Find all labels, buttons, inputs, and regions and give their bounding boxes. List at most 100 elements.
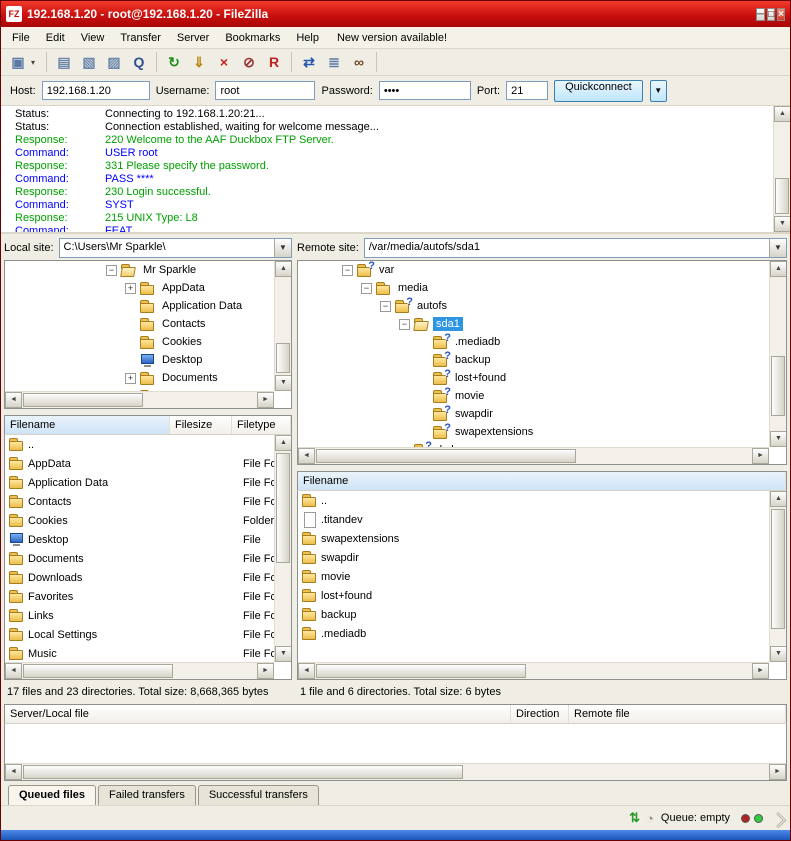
- tree-item[interactable]: ?backup: [298, 351, 769, 369]
- file-row[interactable]: swapextensions: [298, 529, 769, 548]
- file-row[interactable]: Application DataFile Folder: [5, 473, 274, 492]
- menu-item-file[interactable]: File: [4, 29, 38, 47]
- file-row[interactable]: DesktopFile: [5, 530, 274, 549]
- log-scrollbar[interactable]: ▲ ▼: [773, 106, 790, 232]
- local-site-combobox[interactable]: C:\Users\Mr Sparkle\ ▼: [59, 238, 292, 258]
- collapse-icon[interactable]: −: [342, 265, 353, 276]
- scroll-left-button[interactable]: ◄: [5, 392, 22, 408]
- file-row[interactable]: movie: [298, 567, 769, 586]
- remote-list-hscrollbar[interactable]: ◄ ►: [298, 662, 769, 679]
- tree-item[interactable]: −?autofs: [298, 297, 769, 315]
- disconnect-icon[interactable]: ⊘: [237, 51, 261, 73]
- synchronized-browsing-icon[interactable]: ≣: [322, 51, 346, 73]
- scroll-right-button[interactable]: ►: [257, 392, 274, 408]
- file-row[interactable]: Local SettingsFile Folder: [5, 625, 274, 644]
- file-row[interactable]: backup: [298, 605, 769, 624]
- scroll-thumb[interactable]: [316, 449, 576, 463]
- column-header-direction[interactable]: Direction: [511, 705, 569, 723]
- local-list-vscrollbar[interactable]: ▲ ▼: [274, 435, 291, 662]
- quickconnect-dropdown-button[interactable]: ▼: [650, 80, 667, 102]
- tree-item[interactable]: −?var: [298, 261, 769, 279]
- tree-item[interactable]: Contacts: [5, 315, 274, 333]
- find-files-icon[interactable]: ∞: [347, 51, 371, 73]
- menu-item-transfer[interactable]: Transfer: [112, 29, 169, 47]
- tree-item[interactable]: ?lost+found: [298, 369, 769, 387]
- column-header-filetype[interactable]: Filetype: [232, 416, 291, 434]
- tree-item[interactable]: ?swapdir: [298, 405, 769, 423]
- scroll-down-button[interactable]: ▼: [770, 646, 787, 662]
- scroll-up-button[interactable]: ▲: [275, 435, 292, 451]
- collapse-icon[interactable]: −: [361, 283, 372, 294]
- chevron-down-icon[interactable]: ▼: [274, 239, 291, 257]
- process-queue-icon[interactable]: ⇓: [187, 51, 211, 73]
- column-header-filesize[interactable]: Filesize: [170, 416, 232, 434]
- menu-item-help[interactable]: Help: [288, 29, 327, 47]
- scroll-down-button[interactable]: ▼: [275, 375, 292, 391]
- tree-item[interactable]: Application Data: [5, 297, 274, 315]
- local-list-hscrollbar[interactable]: ◄ ►: [5, 662, 274, 679]
- toggle-message-log-icon[interactable]: ▤: [52, 51, 76, 73]
- scroll-down-button[interactable]: ▼: [275, 646, 292, 662]
- tree-item[interactable]: −sda1: [298, 315, 769, 333]
- scroll-up-button[interactable]: ▲: [770, 491, 787, 507]
- refresh-icon[interactable]: ↻: [162, 51, 186, 73]
- scroll-up-button[interactable]: ▲: [774, 106, 790, 122]
- remote-list-vscrollbar[interactable]: ▲ ▼: [769, 491, 786, 662]
- file-row[interactable]: DocumentsFile Folder: [5, 549, 274, 568]
- file-row[interactable]: ..: [298, 491, 769, 510]
- scroll-thumb[interactable]: [775, 178, 789, 214]
- scroll-down-button[interactable]: ▼: [770, 431, 787, 447]
- expand-icon[interactable]: +: [125, 373, 136, 384]
- menu-item-bookmarks[interactable]: Bookmarks: [217, 29, 288, 47]
- network-activity-icon[interactable]: ⇅: [629, 810, 640, 826]
- file-row[interactable]: FavoritesFile Folder: [5, 587, 274, 606]
- collapse-icon[interactable]: −: [106, 265, 117, 276]
- file-row[interactable]: AppDataFile Folder: [5, 454, 274, 473]
- file-row[interactable]: MusicFile Folder: [5, 644, 274, 662]
- scroll-up-button[interactable]: ▲: [770, 261, 787, 277]
- expand-icon[interactable]: +: [125, 283, 136, 294]
- maximize-button[interactable]: □: [767, 8, 775, 21]
- scroll-thumb[interactable]: [276, 343, 290, 373]
- scroll-down-button[interactable]: ▼: [774, 216, 790, 232]
- column-header-remote-file[interactable]: Remote file: [569, 705, 786, 723]
- file-row[interactable]: swapdir: [298, 548, 769, 567]
- scroll-left-button[interactable]: ◄: [298, 663, 315, 679]
- local-tree-vscrollbar[interactable]: ▲ ▼: [274, 261, 291, 391]
- toggle-queue-icon[interactable]: Q: [127, 51, 151, 73]
- scroll-up-button[interactable]: ▲: [275, 261, 292, 277]
- file-row[interactable]: LinksFile Folder: [5, 606, 274, 625]
- directory-comparison-icon[interactable]: ⇄: [297, 51, 321, 73]
- scroll-thumb[interactable]: [23, 393, 143, 407]
- toggle-remote-tree-icon[interactable]: ▨: [102, 51, 126, 73]
- speed-indicator-icon[interactable]: ◔: [646, 811, 654, 826]
- tab-queued-files[interactable]: Queued files: [8, 785, 96, 805]
- file-row[interactable]: lost+found: [298, 586, 769, 605]
- tree-item[interactable]: +Documents: [5, 369, 274, 387]
- tree-item[interactable]: ?.mediadb: [298, 333, 769, 351]
- site-manager-icon[interactable]: ▣: [6, 51, 30, 73]
- scroll-thumb[interactable]: [771, 509, 785, 629]
- chevron-down-icon[interactable]: ▼: [769, 239, 786, 257]
- collapse-icon[interactable]: −: [380, 301, 391, 312]
- toggle-local-tree-icon[interactable]: ▧: [77, 51, 101, 73]
- scroll-right-button[interactable]: ►: [752, 663, 769, 679]
- file-row[interactable]: .titandev: [298, 510, 769, 529]
- scroll-right-button[interactable]: ►: [257, 663, 274, 679]
- local-tree-hscrollbar[interactable]: ◄ ►: [5, 391, 274, 408]
- close-button[interactable]: ×: [777, 8, 785, 21]
- menu-item-view[interactable]: View: [73, 29, 113, 47]
- tree-item[interactable]: ?swapextensions: [298, 423, 769, 441]
- resize-grip-icon[interactable]: [770, 812, 787, 829]
- remote-tree-hscrollbar[interactable]: ◄ ►: [298, 447, 769, 464]
- scroll-thumb[interactable]: [316, 664, 526, 678]
- titlebar[interactable]: FZ 192.168.1.20 - root@192.168.1.20 - Fi…: [1, 1, 790, 27]
- menu-item-edit[interactable]: Edit: [38, 29, 73, 47]
- update-notice[interactable]: New version available!: [337, 32, 447, 44]
- scroll-thumb[interactable]: [276, 453, 290, 563]
- file-row[interactable]: DownloadsFile Folder: [5, 568, 274, 587]
- tree-item[interactable]: +AppData: [5, 279, 274, 297]
- tree-item[interactable]: Cookies: [5, 333, 274, 351]
- username-input[interactable]: [215, 81, 315, 100]
- scroll-left-button[interactable]: ◄: [5, 663, 22, 679]
